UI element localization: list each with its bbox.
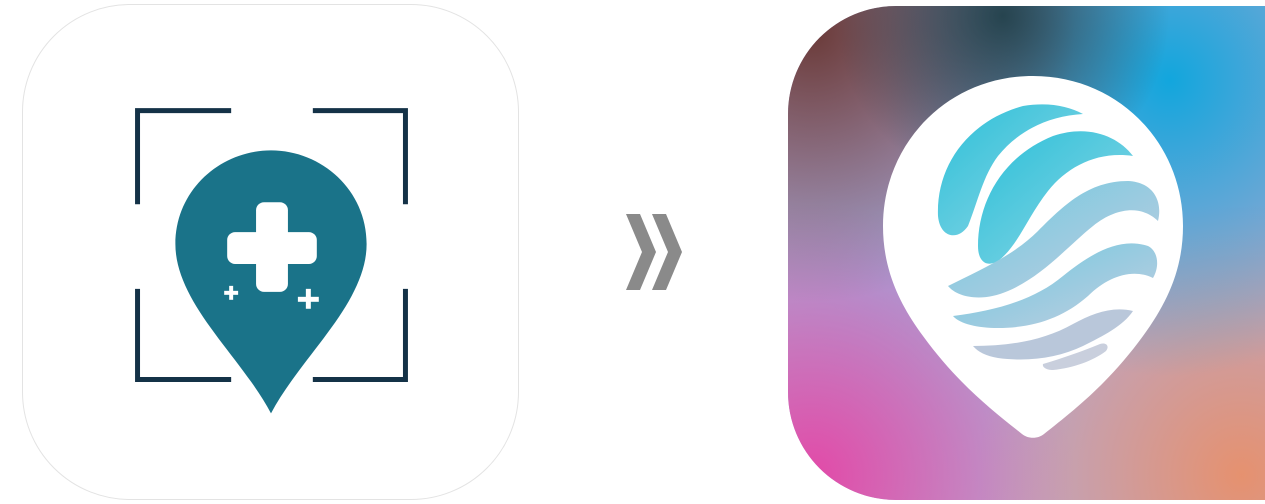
new-app-icon [788, 6, 1265, 500]
wave-pin-icon [788, 6, 1265, 500]
old-app-icon [22, 4, 519, 500]
double-chevron-right-icon [622, 212, 688, 292]
medical-pin-icon [135, 108, 408, 414]
